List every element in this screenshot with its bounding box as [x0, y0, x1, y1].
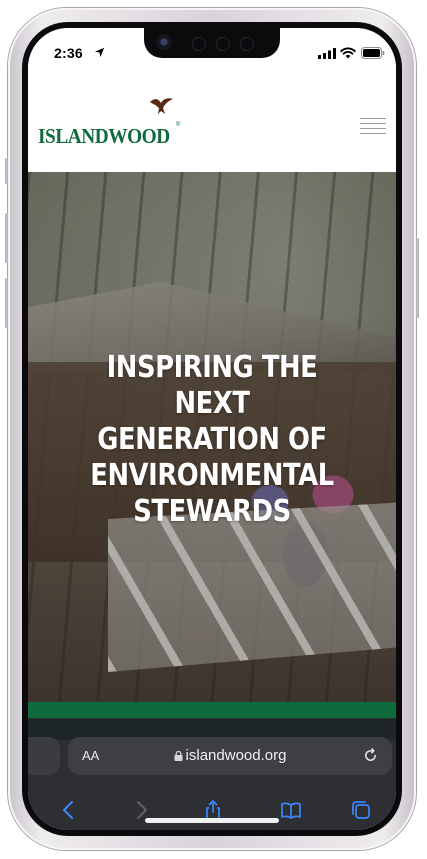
phone-screen: 2:36 ISLANDWOOD ® INSPIRING THE NEXT GEN… — [28, 28, 396, 830]
phone-frame: 2:36 ISLANDWOOD ® INSPIRING THE NEXT GEN… — [5, 8, 419, 850]
volume-up-button — [5, 213, 8, 263]
menu-line — [360, 122, 386, 124]
hero-heading-line: INSPIRING THE — [106, 350, 318, 385]
hero-heading: INSPIRING THE NEXT GENERATION OF ENVIRON… — [54, 350, 370, 530]
camera-icon — [156, 34, 172, 50]
lock-icon — [174, 751, 183, 761]
tabs-icon[interactable] — [350, 799, 372, 821]
trademark-symbol: ® — [176, 122, 181, 128]
url-display[interactable]: islandwood.org — [68, 747, 392, 764]
hamburger-menu-icon[interactable] — [360, 114, 386, 140]
home-indicator[interactable] — [145, 818, 279, 823]
sensor-icon — [192, 37, 206, 51]
sensor-icon — [216, 37, 230, 51]
reload-icon[interactable] — [363, 748, 378, 763]
notch — [144, 28, 280, 58]
cellular-signal-icon — [318, 48, 336, 59]
hero-section: INSPIRING THE NEXT GENERATION OF ENVIRON… — [28, 172, 396, 702]
url-text: islandwood.org — [185, 747, 287, 764]
bookmarks-icon[interactable] — [280, 799, 302, 821]
eagle-logo-icon[interactable] — [148, 96, 174, 116]
phone-bezel: 2:36 ISLANDWOOD ® INSPIRING THE NEXT GEN… — [22, 22, 402, 836]
battery-icon — [361, 47, 385, 59]
volume-down-button — [5, 278, 8, 328]
safari-bottom-bar: AA islandwood.org — [28, 718, 396, 830]
sensor-icon — [240, 37, 254, 51]
previous-tab-address-bar[interactable] — [28, 737, 60, 775]
hero-heading-line: GENERATION OF — [97, 422, 327, 457]
hero-heading-line: NEXT — [174, 386, 250, 421]
status-time: 2:36 — [54, 45, 83, 61]
back-icon[interactable] — [58, 799, 80, 821]
action-button — [5, 158, 8, 184]
menu-line — [360, 127, 386, 129]
location-arrow-icon — [94, 47, 105, 58]
status-bar: 2:36 — [28, 28, 396, 74]
address-bar[interactable]: AA islandwood.org — [68, 737, 392, 775]
menu-line — [360, 117, 386, 119]
menu-line — [360, 132, 386, 134]
site-header: ISLANDWOOD ® — [28, 74, 396, 172]
hero-heading-line: ENVIRONMENTAL — [90, 458, 334, 493]
site-logo[interactable]: ISLANDWOOD — [38, 124, 170, 149]
wifi-icon — [340, 47, 356, 59]
hero-heading-line: STEWARDS — [133, 494, 291, 529]
power-button — [416, 238, 419, 318]
